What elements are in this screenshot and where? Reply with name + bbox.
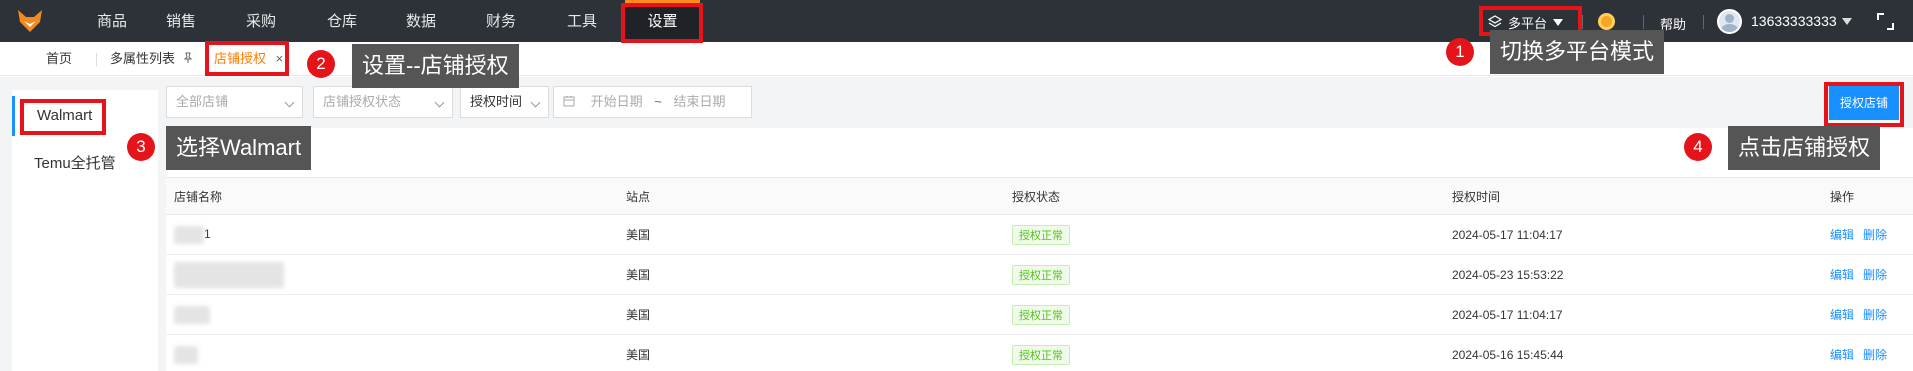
store-name-cell [166,254,626,295]
status-cell: 授权正常 [1012,214,1452,255]
user-menu[interactable]: 13633333333 [1751,13,1852,29]
store-name-cell: 1 [166,214,626,255]
fox-logo-icon[interactable] [16,8,44,34]
time-type-select[interactable]: 授权时间 [460,86,549,118]
highlight-box-auth-button [1824,82,1904,127]
nav-item-warehouse[interactable]: 仓库 [310,0,374,42]
store-name: 1 [204,226,211,241]
edit-link[interactable]: 编辑 [1830,308,1854,322]
status-cell: 授权正常 [1012,294,1452,335]
date-end: 结束日期 [673,94,726,109]
actions-cell: 编辑 删除 [1830,214,1913,255]
pin-icon[interactable] [182,52,194,64]
store-table: 店铺名称 站点 授权状态 授权时间 操作 1 美国 授权正常 2024-05-1… [166,177,1913,371]
highlight-box-settings [621,3,703,43]
divider [96,53,97,66]
nav-item-tools[interactable]: 工具 [550,0,614,42]
callout-step-4: 点击店铺授权 [1728,126,1881,170]
status-badge: 授权正常 [1012,344,1070,365]
site-cell: 美国 [626,294,1012,335]
delete-link[interactable]: 删除 [1863,308,1887,322]
nav-item-sales[interactable]: 销售 [149,0,213,42]
redacted-text [174,225,204,244]
divider [1643,15,1644,29]
table-row: 美国 授权正常 2024-05-16 15:45:44 编辑 删除 [166,334,1913,371]
col-auth-time[interactable]: 授权时间 [1452,177,1830,215]
delete-link[interactable]: 删除 [1863,228,1887,242]
redacted-text [174,261,284,288]
table-row: 美国 授权正常 2024-05-17 11:04:17 编辑 删除 [166,294,1913,335]
delete-link[interactable]: 删除 [1863,268,1887,282]
col-auth-status[interactable]: 授权状态 [1012,177,1452,215]
store-select[interactable]: 全部店铺 [166,86,303,118]
site-cell: 美国 [626,214,1012,255]
col-actions: 操作 [1830,177,1913,215]
edit-link[interactable]: 编辑 [1830,348,1854,362]
table-header-row: 店铺名称 站点 授权状态 授权时间 操作 [166,177,1913,215]
step-number-1: 1 [1446,38,1474,66]
status-badge: 授权正常 [1012,264,1070,285]
auth-status-select[interactable]: 店铺授权状态 [313,86,453,118]
time-cell: 2024-05-17 11:04:17 [1452,294,1830,335]
status-cell: 授权正常 [1012,334,1452,371]
divider [1703,15,1704,29]
username: 13633333333 [1751,13,1837,29]
status-badge: 授权正常 [1012,224,1070,245]
table-row: 美国 授权正常 2024-05-23 15:53:22 编辑 删除 [166,254,1913,295]
highlight-box-store-auth-tab [205,41,289,76]
coin-icon[interactable] [1598,13,1615,30]
fullscreen-icon[interactable] [1876,12,1895,31]
nav-item-products[interactable]: 商品 [80,0,144,42]
nav-item-data[interactable]: 数据 [389,0,453,42]
edit-link[interactable]: 编辑 [1830,228,1854,242]
time-cell: 2024-05-16 15:45:44 [1452,334,1830,371]
caret-down-icon [1841,17,1852,25]
table-row: 1 美国 授权正常 2024-05-17 11:04:17 编辑 删除 [166,214,1913,255]
actions-cell: 编辑 删除 [1830,254,1913,295]
redacted-text [174,345,198,364]
select-value: 全部店铺 [176,94,229,109]
time-cell: 2024-05-23 15:53:22 [1452,254,1830,295]
divider [1582,15,1583,29]
date-separator: ~ [654,94,662,109]
avatar[interactable] [1717,9,1742,34]
calendar-icon [563,96,575,107]
callout-step-1: 切换多平台模式 [1490,30,1665,74]
callout-step-2: 设置--店铺授权 [352,44,519,88]
date-start: 开始日期 [590,94,643,109]
nav-item-finance[interactable]: 财务 [469,0,533,42]
site-cell: 美国 [626,254,1012,295]
delete-link[interactable]: 删除 [1863,348,1887,362]
select-value: 店铺授权状态 [323,94,402,109]
actions-cell: 编辑 删除 [1830,294,1913,335]
highlight-box-walmart [20,99,106,135]
status-cell: 授权正常 [1012,254,1452,295]
site-cell: 美国 [626,334,1012,371]
edit-link[interactable]: 编辑 [1830,268,1854,282]
redacted-text [174,305,210,324]
store-name-cell [166,294,626,335]
time-cell: 2024-05-17 11:04:17 [1452,214,1830,255]
col-store-name[interactable]: 店铺名称 [166,177,626,215]
store-name-cell [166,334,626,371]
step-number-3: 3 [127,133,155,161]
actions-cell: 编辑 删除 [1830,334,1913,371]
step-number-4: 4 [1684,133,1712,161]
select-value: 授权时间 [470,94,523,109]
nav-item-purchase[interactable]: 采购 [229,0,293,42]
status-badge: 授权正常 [1012,304,1070,325]
tab-label: 多属性列表 [110,51,176,66]
step-number-2: 2 [307,50,335,78]
tab-home[interactable]: 首页 [46,42,72,76]
date-range-picker[interactable]: 开始日期 ~ 结束日期 [553,86,752,118]
callout-step-3: 选择Walmart [166,126,312,170]
tab-multi-attr-list[interactable]: 多属性列表 [110,42,194,76]
col-site[interactable]: 站点 [626,177,1012,215]
